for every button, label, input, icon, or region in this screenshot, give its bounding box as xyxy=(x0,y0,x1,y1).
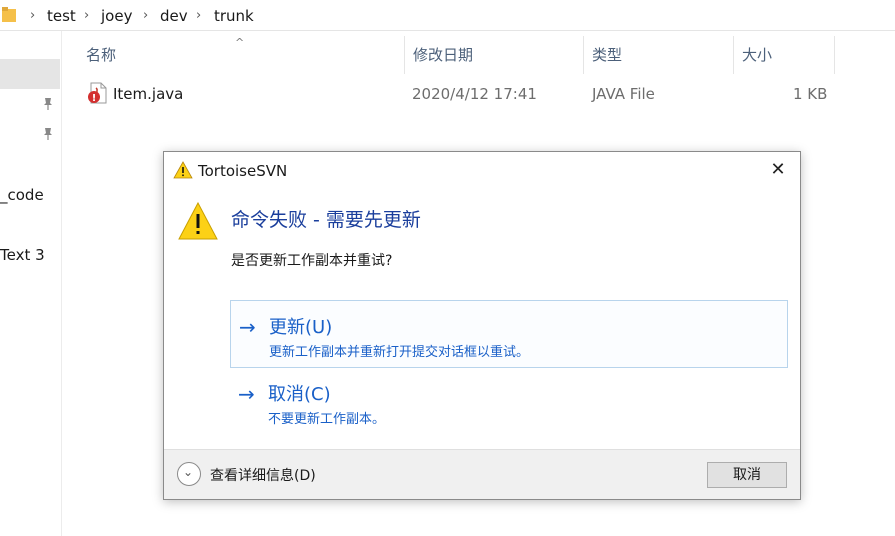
pin-icon[interactable] xyxy=(42,127,54,141)
breadcrumb-item[interactable]: joey xyxy=(101,6,132,26)
chevron-right-icon: › xyxy=(143,8,149,23)
navigation-pane: _code Text 3 xyxy=(0,31,62,536)
svn-modified-java-icon: ! xyxy=(88,82,107,104)
file-modified: 2020/4/12 17:41 xyxy=(412,85,537,103)
arrow-right-icon: → xyxy=(238,382,255,406)
command-link-title: 更新(U) xyxy=(269,317,333,338)
update-command-link[interactable]: → 更新(U) 更新工作副本并重新打开提交对话框以重试。 xyxy=(230,300,788,368)
file-name[interactable]: Item.java xyxy=(113,85,183,103)
dialog-footer: ⌄ 查看详细信息(D) 取消 xyxy=(164,449,800,499)
column-divider[interactable] xyxy=(834,36,835,74)
arrow-right-icon: → xyxy=(239,315,256,339)
close-icon[interactable]: ✕ xyxy=(766,158,790,182)
command-link-title: 取消(C) xyxy=(268,384,331,405)
chevron-right-icon: › xyxy=(84,8,90,23)
details-toggle-label[interactable]: 查看详细信息(D) xyxy=(210,465,316,485)
breadcrumb-item[interactable]: dev xyxy=(160,6,188,26)
chevron-right-icon: › xyxy=(30,8,36,23)
chevron-down-icon[interactable]: ⌄ xyxy=(177,462,201,486)
tortoisesvn-dialog: TortoiseSVN ✕ 命令失败 - 需要先更新 是否更新工作副本并重试? … xyxy=(163,151,801,500)
nav-item-label[interactable]: _code xyxy=(0,186,44,204)
chevron-right-icon: › xyxy=(196,8,202,23)
column-header-type[interactable]: 类型 xyxy=(584,36,733,74)
breadcrumb-item[interactable]: trunk xyxy=(214,6,254,26)
column-header-name[interactable]: 名称 xyxy=(78,36,404,74)
main-instruction: 命令失败 - 需要先更新 xyxy=(231,209,421,231)
column-header-modified[interactable]: 修改日期 xyxy=(405,36,583,74)
cancel-command-link[interactable]: → 取消(C) 不要更新工作副本。 xyxy=(230,368,788,436)
file-row[interactable]: ! Item.java 2020/4/12 17:41 JAVA File 1 … xyxy=(80,79,840,109)
file-size: 1 KB xyxy=(793,85,828,103)
command-link-note: 不要更新工作副本。 xyxy=(268,412,386,427)
breadcrumb-item[interactable]: test xyxy=(47,6,76,26)
warning-icon xyxy=(173,161,193,179)
column-header-size[interactable]: 大小 xyxy=(734,36,834,74)
command-link-note: 更新工作副本并重新打开提交对话框以重试。 xyxy=(269,345,530,360)
warning-icon xyxy=(178,201,218,240)
file-type: JAVA File xyxy=(592,85,655,103)
cancel-button[interactable]: 取消 xyxy=(707,462,787,488)
nav-item-selected[interactable] xyxy=(0,59,60,89)
nav-item-label[interactable]: Text 3 xyxy=(0,246,45,264)
folder-icon xyxy=(2,7,16,22)
address-bar[interactable]: › test › joey › dev › trunk xyxy=(0,0,895,31)
dialog-title: TortoiseSVN xyxy=(198,162,288,180)
pin-icon[interactable] xyxy=(42,97,54,111)
content-text: 是否更新工作副本并重试? xyxy=(231,253,393,269)
svg-text:!: ! xyxy=(92,93,97,104)
